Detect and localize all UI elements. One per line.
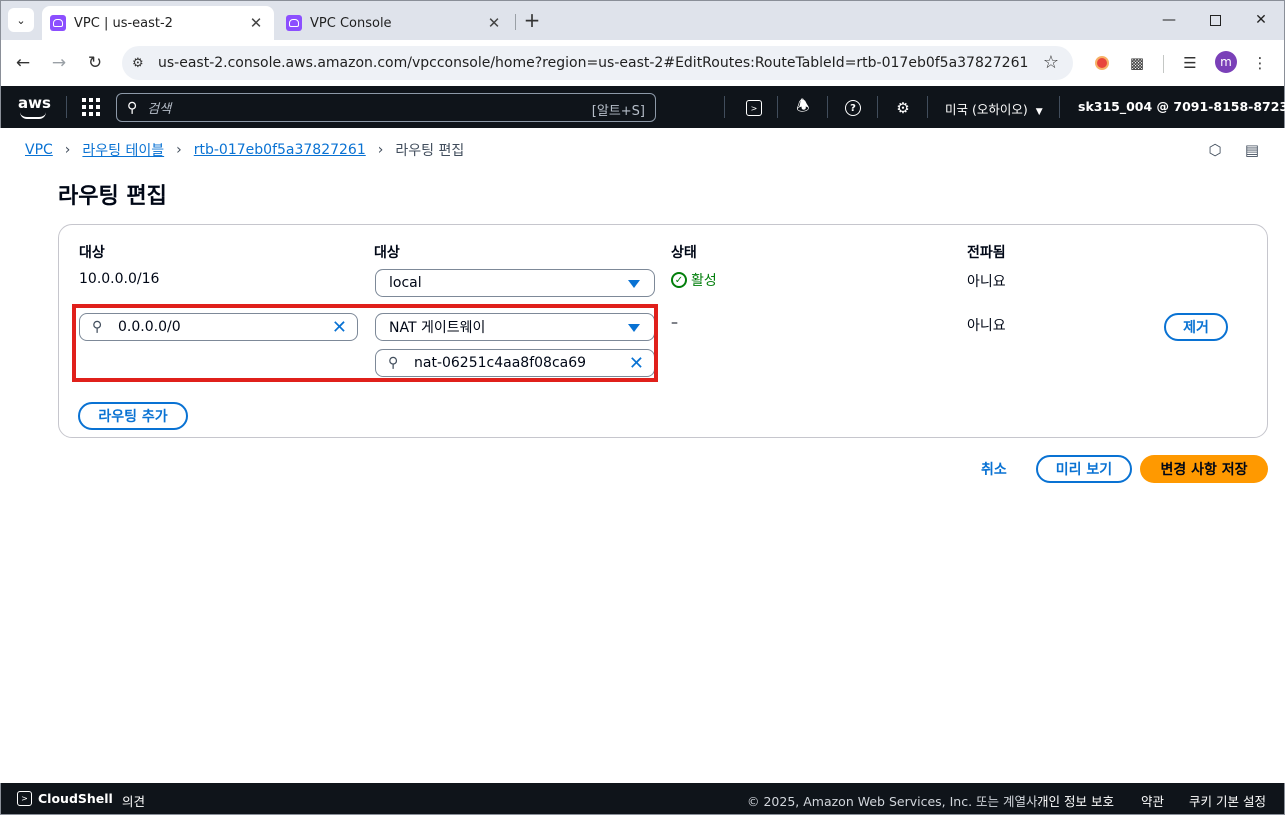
search-shortcut: [알트+S] (591, 104, 645, 119)
window-close-icon[interactable]: ✕ (1238, 6, 1284, 34)
header-divider (927, 96, 928, 118)
bookmark-star-icon[interactable]: ☆ (1043, 52, 1059, 73)
address-bar[interactable]: ⚙ us-east-2.console.aws.amazon.com/vpcco… (122, 46, 1073, 80)
remove-route-button[interactable]: 제거 (1164, 313, 1228, 341)
search-icon: ⚲ (127, 99, 138, 116)
chevron-down-icon: ⌄ (16, 13, 26, 27)
aws-logo[interactable]: aws (18, 94, 51, 119)
column-header-status: 상태 (671, 245, 697, 261)
vpc-favicon-icon (50, 15, 66, 31)
extension-blocked-icon[interactable] (1090, 51, 1114, 75)
close-icon[interactable]: ✕ (246, 14, 266, 32)
forward-arrow-icon[interactable]: → (46, 50, 72, 76)
page-title: 라우팅 편집 (58, 184, 167, 209)
cloudshell-icon[interactable]: > (17, 791, 32, 806)
minimize-icon[interactable]: — (1146, 6, 1192, 34)
save-changes-button[interactable]: 변경 사항 저장 (1140, 455, 1268, 483)
help-icon[interactable]: ? (842, 97, 864, 119)
route-propagated: 아니요 (967, 318, 1006, 334)
terms-link[interactable]: 약관 (1141, 791, 1164, 810)
feedback-screen-icon[interactable]: ▤ (1242, 140, 1262, 160)
more-vertical-icon[interactable]: ⋮ (1248, 51, 1272, 75)
extensions-puzzle-icon[interactable]: ▩ (1125, 51, 1149, 75)
region-label: 미국 (오하이오) (945, 102, 1028, 117)
browser-tab[interactable]: VPC Console ✕ (278, 6, 512, 40)
target-select[interactable]: local (375, 269, 655, 297)
tab-search-dropdown[interactable]: ⌄ (8, 8, 34, 32)
chevron-right-icon: › (176, 142, 182, 158)
region-selector[interactable]: 미국 (오하이오) ▼ (945, 99, 1043, 118)
header-divider (724, 96, 725, 118)
breadcrumb-route-table-id[interactable]: rtb-017eb0f5a37827261 (194, 142, 366, 158)
cloudshell-icon[interactable]: > (743, 97, 765, 119)
toolbar-divider (1163, 55, 1164, 73)
route-status: – (671, 315, 678, 331)
cookie-preferences-link[interactable]: 쿠키 기본 설정 (1189, 791, 1266, 810)
search-placeholder: 검색 (147, 102, 172, 117)
header-divider (66, 96, 67, 118)
copyright-text: © 2025, Amazon Web Services, Inc. 또는 계열사… (747, 794, 1042, 809)
reload-icon[interactable]: ↻ (82, 50, 108, 76)
header-divider (777, 96, 778, 118)
privacy-link[interactable]: 개인 정보 보호 (1037, 791, 1114, 810)
check-circle-icon: ✓ (671, 272, 687, 288)
chevron-right-icon: › (377, 142, 384, 158)
account-menu[interactable]: sk315_004 @ 7091-8158-8723 ▼ (1078, 99, 1285, 114)
route-destination: 10.0.0.0/16 (79, 271, 160, 287)
cancel-button[interactable]: 취소 (981, 459, 1007, 479)
close-icon[interactable]: ✕ (484, 14, 504, 32)
site-settings-icon[interactable]: ⚙ (132, 56, 152, 71)
column-header-propagated: 전파됨 (967, 245, 1006, 261)
chevron-right-icon: › (64, 142, 71, 158)
notifications-bell-icon[interactable]: 🕭 (792, 97, 814, 119)
tab-separator (515, 14, 516, 30)
column-header-destination: 대상 (79, 245, 105, 261)
status-badge: ✓ 활성 (671, 270, 717, 290)
header-divider (827, 96, 828, 118)
breadcrumb-current: 라우팅 편집 (395, 143, 465, 159)
profile-avatar[interactable]: m (1215, 51, 1237, 73)
back-arrow-icon[interactable]: ← (10, 50, 36, 76)
breadcrumb: VPC › 라우팅 테이블 › rtb-017eb0f5a37827261 › … (25, 140, 464, 160)
status-text: 활성 (691, 273, 717, 289)
route-propagated: 아니요 (967, 274, 1006, 290)
account-label: sk315_004 @ 7091-8158-8723 (1078, 99, 1285, 114)
preview-button[interactable]: 미리 보기 (1036, 455, 1132, 483)
header-divider (1059, 96, 1060, 118)
breadcrumb-vpc[interactable]: VPC (25, 142, 53, 158)
tab-title: VPC | us-east-2 (74, 15, 173, 31)
media-queue-icon[interactable]: ☰ (1178, 51, 1202, 75)
services-grid-icon[interactable] (82, 98, 100, 116)
feedback-link[interactable]: 의견 (122, 791, 145, 810)
url-text: us-east-2.console.aws.amazon.com/vpccons… (158, 55, 1029, 71)
browser-tab-active[interactable]: VPC | us-east-2 ✕ (42, 6, 274, 40)
caret-down-icon (628, 280, 640, 288)
vpc-favicon-icon (286, 15, 302, 31)
settings-gear-icon[interactable]: ⚙ (892, 97, 914, 119)
column-header-target: 대상 (374, 245, 400, 261)
caret-down-icon: ▼ (1035, 107, 1043, 117)
tab-title: VPC Console (310, 15, 392, 31)
header-divider (877, 96, 878, 118)
breadcrumb-route-tables[interactable]: 라우팅 테이블 (82, 140, 164, 160)
cloudshell-link[interactable]: CloudShell (38, 791, 113, 806)
target-select-value: local (389, 275, 422, 291)
new-tab-plus-icon[interactable]: + (520, 8, 544, 32)
hexagon-settings-icon[interactable]: ⬡ (1205, 140, 1225, 160)
search-input[interactable]: ⚲ 검색 [알트+S] (116, 93, 656, 122)
add-route-button[interactable]: 라우팅 추가 (78, 402, 188, 430)
maximize-icon[interactable] (1192, 6, 1238, 34)
highlight-annotation-box (72, 304, 658, 382)
